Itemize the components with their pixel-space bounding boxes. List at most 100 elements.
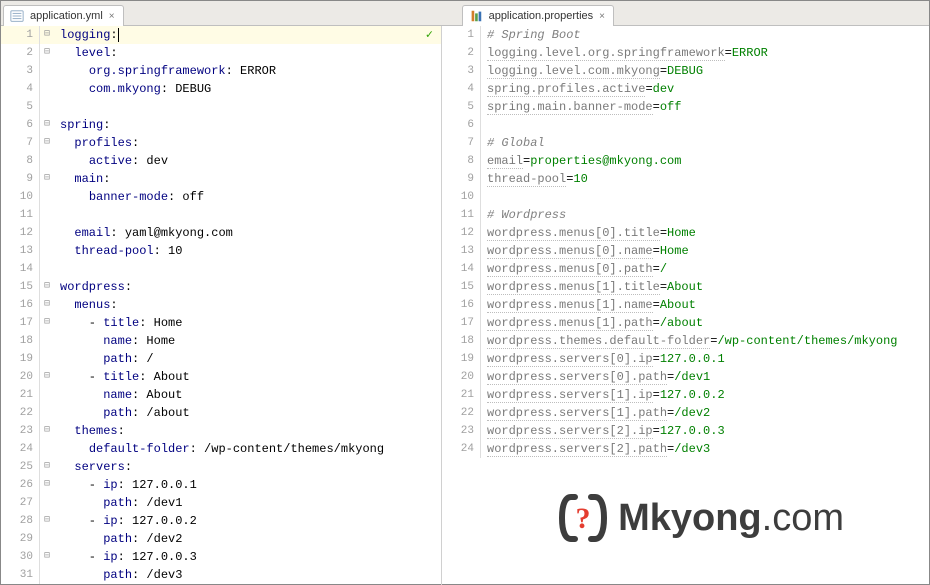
code-text[interactable]: - ip: 127.0.0.2: [54, 512, 441, 530]
code-line[interactable]: 25⊟ servers:: [1, 458, 441, 476]
fold-toggle-icon[interactable]: ⊟: [40, 458, 54, 476]
code-line[interactable]: 18 name: Home: [1, 332, 441, 350]
code-line[interactable]: 14: [1, 260, 441, 278]
code-text[interactable]: path: /dev1: [54, 494, 441, 512]
tab-application-properties[interactable]: application.properties ×: [462, 5, 614, 26]
code-line[interactable]: 5spring.main.banner-mode=off: [442, 98, 929, 116]
code-text[interactable]: - ip: 127.0.0.3: [54, 548, 441, 566]
code-line[interactable]: 20wordpress.servers[0].path=/dev1: [442, 368, 929, 386]
code-text[interactable]: wordpress.servers[0].ip=127.0.0.1: [481, 350, 929, 368]
fold-toggle-icon[interactable]: ⊟: [40, 422, 54, 440]
fold-toggle-icon[interactable]: ⊟: [40, 116, 54, 134]
fold-toggle-icon[interactable]: ⊟: [40, 170, 54, 188]
code-line[interactable]: 22wordpress.servers[1].path=/dev2: [442, 404, 929, 422]
code-line[interactable]: 19 path: /: [1, 350, 441, 368]
code-text[interactable]: # Global: [481, 134, 929, 152]
code-text[interactable]: # Wordpress: [481, 206, 929, 224]
code-text[interactable]: menus:: [54, 296, 441, 314]
code-line[interactable]: 20⊟ - title: About: [1, 368, 441, 386]
code-area[interactable]: 1# Spring Boot2logging.level.org.springf…: [442, 26, 929, 458]
code-line[interactable]: 12wordpress.menus[0].title=Home: [442, 224, 929, 242]
fold-toggle-icon[interactable]: ⊟: [40, 548, 54, 566]
code-line[interactable]: 26⊟ - ip: 127.0.0.1: [1, 476, 441, 494]
code-line[interactable]: 16⊟ menus:: [1, 296, 441, 314]
code-text[interactable]: - title: Home: [54, 314, 441, 332]
code-line[interactable]: 7⊟ profiles:: [1, 134, 441, 152]
fold-toggle-icon[interactable]: ⊟: [40, 26, 54, 44]
fold-toggle-icon[interactable]: ⊟: [40, 476, 54, 494]
code-line[interactable]: 15wordpress.menus[1].title=About: [442, 278, 929, 296]
code-line[interactable]: 4 com.mkyong: DEBUG: [1, 80, 441, 98]
editor-pane-properties[interactable]: 1# Spring Boot2logging.level.org.springf…: [441, 26, 929, 585]
tab-application-yml[interactable]: application.yml ×: [3, 5, 124, 26]
code-line[interactable]: 16wordpress.menus[1].name=About: [442, 296, 929, 314]
code-text[interactable]: thread-pool=10: [481, 170, 929, 188]
code-text[interactable]: active: dev: [54, 152, 441, 170]
code-text[interactable]: logging.level.com.mkyong=DEBUG: [481, 62, 929, 80]
code-line[interactable]: 22 path: /about: [1, 404, 441, 422]
code-text[interactable]: thread-pool: 10: [54, 242, 441, 260]
code-line[interactable]: 27 path: /dev1: [1, 494, 441, 512]
code-line[interactable]: 21wordpress.servers[1].ip=127.0.0.2: [442, 386, 929, 404]
code-line[interactable]: 9thread-pool=10: [442, 170, 929, 188]
code-text[interactable]: themes:: [54, 422, 441, 440]
code-text[interactable]: wordpress.servers[1].path=/dev2: [481, 404, 929, 422]
code-line[interactable]: 9⊟ main:: [1, 170, 441, 188]
code-line[interactable]: 18wordpress.themes.default-folder=/wp-co…: [442, 332, 929, 350]
code-line[interactable]: 10 banner-mode: off: [1, 188, 441, 206]
code-line[interactable]: 24 default-folder: /wp-content/themes/mk…: [1, 440, 441, 458]
code-text[interactable]: servers:: [54, 458, 441, 476]
code-text[interactable]: main:: [54, 170, 441, 188]
code-line[interactable]: 4spring.profiles.active=dev: [442, 80, 929, 98]
code-text[interactable]: wordpress.servers[2].ip=127.0.0.3: [481, 422, 929, 440]
code-text[interactable]: path: /dev3: [54, 566, 441, 584]
fold-toggle-icon[interactable]: ⊟: [40, 134, 54, 152]
code-line[interactable]: 11: [1, 206, 441, 224]
code-text[interactable]: wordpress.servers[2].path=/dev3: [481, 440, 929, 458]
code-text[interactable]: profiles:: [54, 134, 441, 152]
code-text[interactable]: wordpress.menus[1].path=/about: [481, 314, 929, 332]
code-text[interactable]: # Spring Boot: [481, 26, 929, 44]
code-line[interactable]: 21 name: About: [1, 386, 441, 404]
code-line[interactable]: 24wordpress.servers[2].path=/dev3: [442, 440, 929, 458]
code-line[interactable]: 19wordpress.servers[0].ip=127.0.0.1: [442, 350, 929, 368]
code-text[interactable]: default-folder: /wp-content/themes/mkyon…: [54, 440, 441, 458]
code-text[interactable]: wordpress.servers[1].ip=127.0.0.2: [481, 386, 929, 404]
fold-toggle-icon[interactable]: ⊟: [40, 296, 54, 314]
fold-toggle-icon[interactable]: ⊟: [40, 368, 54, 386]
code-line[interactable]: 2⊟ level:: [1, 44, 441, 62]
code-line[interactable]: 8 active: dev: [1, 152, 441, 170]
code-text[interactable]: - title: About: [54, 368, 441, 386]
code-text[interactable]: email: yaml@mkyong.com: [54, 224, 441, 242]
code-text[interactable]: wordpress.servers[0].path=/dev1: [481, 368, 929, 386]
code-line[interactable]: 17wordpress.menus[1].path=/about: [442, 314, 929, 332]
code-line[interactable]: 12 email: yaml@mkyong.com: [1, 224, 441, 242]
code-text[interactable]: spring.profiles.active=dev: [481, 80, 929, 98]
code-line[interactable]: 30⊟ - ip: 127.0.0.3: [1, 548, 441, 566]
code-line[interactable]: 1# Spring Boot: [442, 26, 929, 44]
code-text[interactable]: org.springframework: ERROR: [54, 62, 441, 80]
code-text[interactable]: path: /about: [54, 404, 441, 422]
code-text[interactable]: - ip: 127.0.0.1: [54, 476, 441, 494]
code-line[interactable]: 8email=properties@mkyong.com: [442, 152, 929, 170]
fold-toggle-icon[interactable]: ⊟: [40, 278, 54, 296]
code-line[interactable]: 2logging.level.org.springframework=ERROR: [442, 44, 929, 62]
code-line[interactable]: 15⊟wordpress:: [1, 278, 441, 296]
code-text[interactable]: level:: [54, 44, 441, 62]
code-area[interactable]: 1⊟logging:✓2⊟ level:3 org.springframewor…: [1, 26, 441, 584]
code-line[interactable]: 3 org.springframework: ERROR: [1, 62, 441, 80]
code-text[interactable]: path: /: [54, 350, 441, 368]
code-line[interactable]: 3logging.level.com.mkyong=DEBUG: [442, 62, 929, 80]
code-line[interactable]: 14wordpress.menus[0].path=/: [442, 260, 929, 278]
code-line[interactable]: 6⊟spring:: [1, 116, 441, 134]
code-line[interactable]: 5: [1, 98, 441, 116]
close-icon[interactable]: ×: [109, 11, 115, 22]
code-text[interactable]: spring.main.banner-mode=off: [481, 98, 929, 116]
code-line[interactable]: 23wordpress.servers[2].ip=127.0.0.3: [442, 422, 929, 440]
code-text[interactable]: path: /dev2: [54, 530, 441, 548]
code-text[interactable]: wordpress.menus[0].name=Home: [481, 242, 929, 260]
code-text[interactable]: wordpress.menus[1].title=About: [481, 278, 929, 296]
fold-toggle-icon[interactable]: ⊟: [40, 512, 54, 530]
code-line[interactable]: 13 thread-pool: 10: [1, 242, 441, 260]
code-text[interactable]: name: About: [54, 386, 441, 404]
